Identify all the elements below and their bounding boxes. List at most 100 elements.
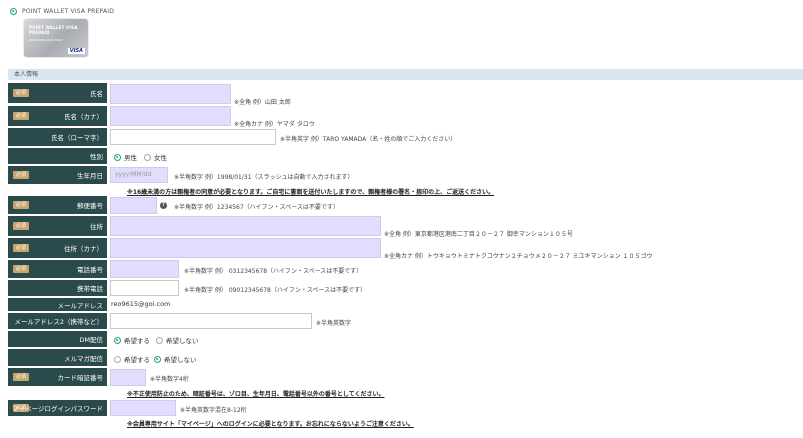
birthdate-placeholder: yyyy/MM/dd (115, 171, 152, 178)
option-label: 女性 (154, 154, 167, 162)
name-roman-note: ※半角英字 例）TARO YAMADA（名・姓の順でご入力ください） (280, 136, 457, 143)
name-kana-note: ※全角カナ 例）ヤマダ タロウ (234, 121, 315, 128)
label-cell: 必須 郵便番号 (8, 196, 107, 215)
name-kana-input[interactable] (110, 106, 231, 126)
row-pin: 必須 カード暗証番号 (8, 368, 107, 387)
birth-warning: ※16歳未満の方は親権者の同意が必要となります。ご自宅に書面を送付いたしますので… (127, 189, 495, 196)
radio-unselected-icon[interactable] (114, 355, 121, 363)
field-label: 住所 (90, 223, 103, 231)
required-badge: 必須 (13, 89, 30, 97)
radio-selected-icon[interactable] (114, 336, 121, 344)
card-image-number: 0000 0000 0000 0000 (29, 38, 63, 42)
required-badge: 必須 (13, 171, 30, 179)
name-roman-input[interactable] (110, 129, 276, 145)
label-cell: 必須 カード暗証番号 (8, 368, 107, 387)
phone-input[interactable] (110, 260, 179, 278)
row-name-kana: 必須 氏名（カナ） (8, 106, 107, 127)
radio-selected-icon[interactable] (154, 355, 161, 363)
label-cell: 必須 住所（カナ） (8, 238, 107, 259)
row-mailmag: メルマガ配信 (8, 349, 107, 367)
label-cell: 氏名（ローマ字） (8, 128, 107, 147)
birth-note: ※半角数字 例）1998/01/31（スラッシュは自動で入力されます） (174, 174, 354, 181)
gender-male-option[interactable]: 男性 (114, 152, 137, 162)
field-label: メールアドレス (57, 301, 104, 310)
phone-note: ※半角数字 例） 0312345678（ハイフン・スペースは不要です） (184, 268, 363, 275)
pin-input[interactable] (110, 369, 146, 386)
field-label: DM配信 (79, 336, 103, 344)
section-title: 本人情報 (8, 69, 803, 80)
card-header: POINT WALLET VISA PREPAID (10, 5, 114, 17)
field-label: 性別 (90, 153, 103, 161)
label-cell: 性別 (8, 148, 107, 165)
option-label: 希望しない (166, 337, 199, 345)
radio-unselected-icon[interactable] (144, 153, 151, 161)
field-label: 郵便番号 (77, 202, 103, 210)
card-header-title: POINT WALLET VISA PREPAID (22, 7, 115, 15)
address-note: ※全角 例）東京都港区港南二丁目２０－２７ 御幸マンション１０５号 (384, 231, 573, 238)
address-input[interactable] (110, 216, 381, 236)
zip-note: ※半角数字 例）1234567（ハイフン・スペースは不要です） (174, 204, 339, 211)
mypage-password-input[interactable] (110, 400, 176, 416)
option-label: 男性 (124, 154, 137, 162)
dm-yes-option[interactable]: 希望する (114, 335, 150, 345)
email2-note: ※半角英数字 (316, 320, 352, 327)
label-cell: メルマガ配信 (8, 349, 107, 367)
row-mypage-password: 必須 マイページログインパスワード (8, 400, 107, 417)
card-image-name: POINT WALLET VISA PREPAID (29, 25, 78, 35)
row-name-roman: 氏名（ローマ字） (8, 128, 107, 147)
row-mobile: 携帯電話 (8, 280, 107, 297)
pin-note: ※半角数字4桁 (150, 376, 189, 383)
row-address-kana: 必須 住所（カナ） (8, 238, 107, 259)
field-label: カード暗証番号 (57, 374, 104, 382)
mypage-password-warning: ※会員専用サイト「マイページ」へのログインに必要となります。お忘れにならないよう… (127, 421, 414, 428)
option-label: 希望しない (164, 356, 197, 364)
label-cell: メールアドレス2（携帯など） (8, 313, 107, 330)
name-note: ※全角 例）山田 太郎 (234, 99, 291, 106)
email-value: reo9615@goi.com (111, 300, 171, 308)
row-dm: DM配信 (8, 331, 107, 348)
mailmag-no-option[interactable]: 希望しない (154, 354, 197, 364)
option-label: 希望する (124, 356, 150, 364)
row-address: 必須 住所 (8, 216, 107, 237)
address-kana-note: ※全角カナ 例）トウキョウトミナトクコウナン２チョウメ２０－２７ ミユキマンショ… (384, 253, 653, 260)
email2-input[interactable] (110, 313, 312, 329)
field-label: メールアドレス2（携帯など） (14, 318, 103, 326)
label-cell: 必須 生年月日 (8, 166, 107, 185)
help-icon[interactable]: ? (160, 202, 167, 209)
row-email: メールアドレス (8, 298, 107, 312)
gender-female-option[interactable]: 女性 (144, 152, 167, 162)
address-kana-input[interactable] (110, 238, 381, 258)
label-cell: メールアドレス (8, 298, 107, 312)
row-email2: メールアドレス2（携帯など） (8, 313, 107, 330)
label-cell: 必須 住所 (8, 216, 107, 237)
required-badge: 必須 (13, 244, 30, 252)
birthdate-input[interactable]: yyyy/MM/dd (110, 167, 168, 183)
radio-unselected-icon[interactable] (156, 336, 163, 344)
required-badge: 必須 (13, 112, 30, 120)
label-cell: DM配信 (8, 331, 107, 348)
row-phone: 必須 電話番号 (8, 260, 107, 279)
label-cell: 必須 氏名 (8, 83, 107, 104)
field-label: 住所（カナ） (64, 245, 103, 253)
field-label: 携帯電話 (77, 285, 103, 293)
zip-input[interactable] (110, 197, 157, 214)
field-label: 氏名 (90, 90, 103, 98)
mobile-note: ※半角数字 例） 09012345678（ハイフン・スペースは不要です） (184, 287, 367, 294)
field-label: 氏名（カナ） (64, 113, 103, 121)
card-select-radio[interactable] (10, 7, 17, 15)
mailmag-yes-option[interactable]: 希望する (114, 354, 150, 364)
field-label: メルマガ配信 (64, 354, 103, 363)
name-input[interactable] (110, 84, 231, 104)
required-badge: 必須 (13, 373, 30, 381)
row-gender: 性別 (8, 148, 107, 165)
row-name: 必須 氏名 (8, 83, 107, 104)
mypage-password-note: ※半角英数字混在8-12桁 (180, 407, 247, 414)
field-label: 生年月日 (77, 172, 103, 180)
pin-warning: ※不正使用防止のため、暗証番号は、ゾロ目、生年月日、電話番号以外の番号としてくだ… (127, 391, 385, 398)
dm-no-option[interactable]: 希望しない (156, 335, 199, 345)
row-birth: 必須 生年月日 (8, 166, 107, 185)
field-label: 氏名（ローマ字） (51, 134, 103, 142)
mobile-input[interactable] (110, 280, 179, 296)
label-cell: 必須 電話番号 (8, 260, 107, 279)
radio-selected-icon[interactable] (114, 153, 121, 161)
